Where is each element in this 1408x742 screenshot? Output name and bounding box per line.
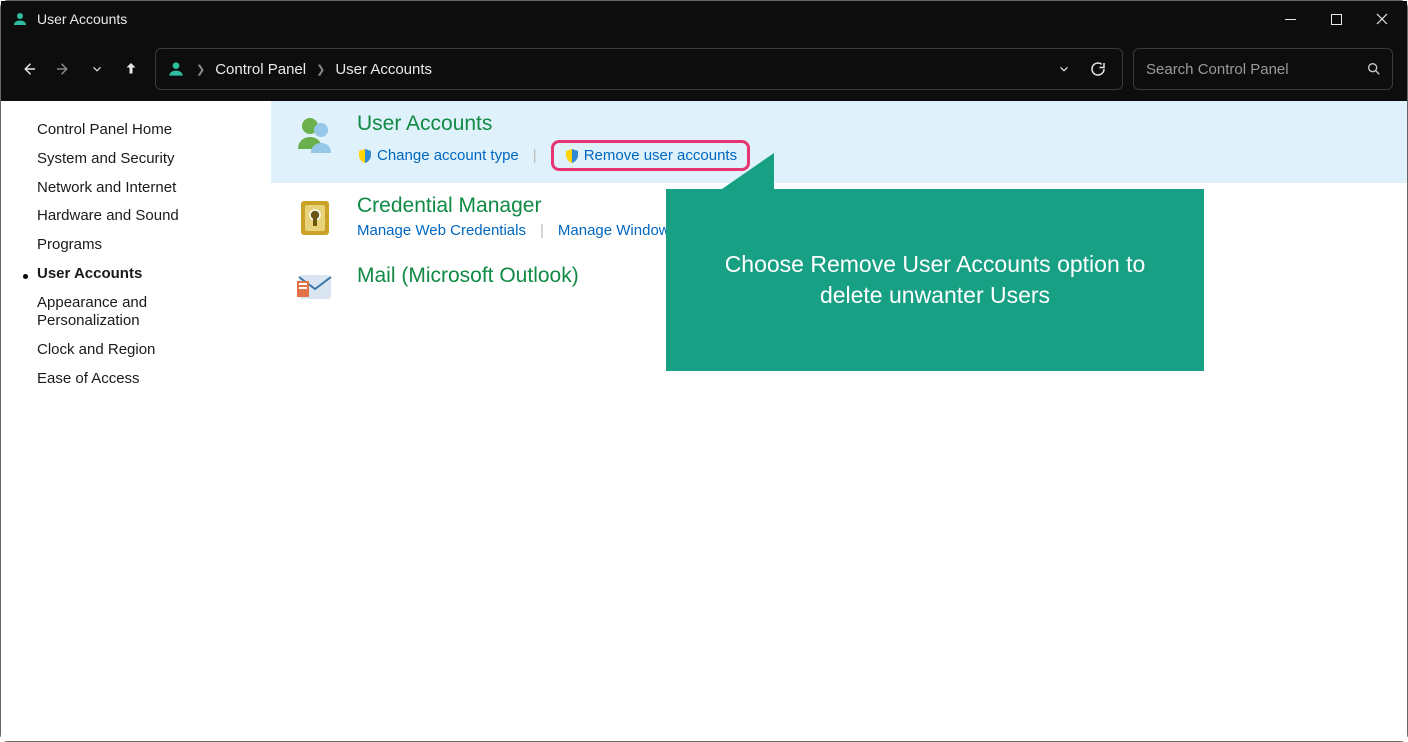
- main-content: User Accounts Change account type | Remo…: [271, 101, 1407, 741]
- search-icon[interactable]: [1366, 61, 1382, 77]
- app-icon: [11, 10, 29, 28]
- sidebar-item-network[interactable]: Network and Internet: [37, 179, 271, 198]
- section-heading[interactable]: User Accounts: [357, 111, 750, 136]
- link-change-account-type[interactable]: Change account type: [357, 147, 519, 164]
- maximize-button[interactable]: [1313, 1, 1359, 37]
- sidebar-item-appearance[interactable]: Appearance and Personalization: [37, 294, 207, 332]
- up-button[interactable]: [117, 55, 145, 83]
- sidebar-item-hardware[interactable]: Hardware and Sound: [37, 207, 271, 226]
- recent-dropdown[interactable]: [83, 55, 111, 83]
- link-manage-web-credentials[interactable]: Manage Web Credentials: [357, 222, 526, 239]
- chevron-right-icon: ❯: [312, 63, 329, 76]
- close-button[interactable]: [1359, 1, 1405, 37]
- sidebar-item-programs[interactable]: Programs: [37, 236, 271, 255]
- mail-icon: [291, 263, 339, 311]
- callout-text: Choose Remove User Accounts option to de…: [706, 249, 1164, 311]
- address-bar[interactable]: ❯ Control Panel ❯ User Accounts: [155, 48, 1123, 90]
- back-button[interactable]: [15, 55, 43, 83]
- breadcrumb-root[interactable]: Control Panel: [215, 61, 306, 78]
- search-box[interactable]: [1133, 48, 1393, 90]
- forward-button[interactable]: [49, 55, 77, 83]
- minimize-button[interactable]: [1267, 1, 1313, 37]
- credential-manager-icon: [291, 193, 339, 241]
- highlight-remove-user-accounts: Remove user accounts: [551, 140, 750, 171]
- section-user-accounts: User Accounts Change account type | Remo…: [271, 101, 1407, 183]
- chevron-right-icon: ❯: [192, 63, 209, 76]
- sidebar-item-clock-region[interactable]: Clock and Region: [37, 341, 271, 360]
- user-accounts-icon: [291, 111, 339, 159]
- window-title: User Accounts: [37, 11, 1267, 27]
- shield-icon: [564, 148, 580, 164]
- breadcrumb-current[interactable]: User Accounts: [335, 61, 432, 78]
- sidebar: Control Panel Home System and Security N…: [1, 101, 271, 741]
- user-icon: [166, 59, 186, 79]
- window-buttons: [1267, 1, 1405, 37]
- annotation-callout: Choose Remove User Accounts option to de…: [666, 189, 1204, 371]
- shield-icon: [357, 148, 373, 164]
- navigation-bar: ❯ Control Panel ❯ User Accounts: [1, 37, 1407, 101]
- sidebar-item-ease-of-access[interactable]: Ease of Access: [37, 370, 271, 389]
- search-input[interactable]: [1144, 60, 1366, 79]
- sidebar-home[interactable]: Control Panel Home: [37, 121, 271, 140]
- sidebar-item-user-accounts[interactable]: User Accounts: [37, 265, 271, 284]
- section-heading[interactable]: Mail (Microsoft Outlook): [357, 263, 579, 288]
- title-bar: User Accounts: [1, 1, 1407, 37]
- sidebar-item-system-security[interactable]: System and Security: [37, 150, 271, 169]
- link-remove-user-accounts[interactable]: Remove user accounts: [564, 147, 737, 164]
- address-dropdown[interactable]: [1050, 62, 1078, 76]
- refresh-button[interactable]: [1084, 60, 1112, 78]
